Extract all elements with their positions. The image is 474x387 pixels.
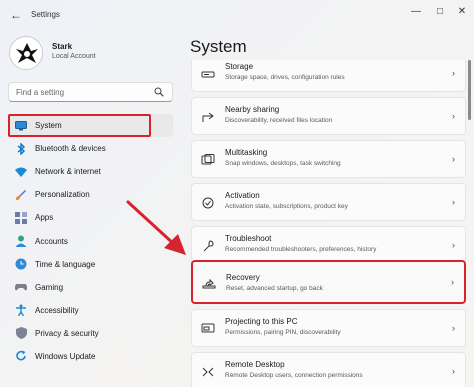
shield-icon [15, 327, 27, 340]
search-icon [154, 87, 164, 97]
chevron-right-icon: › [452, 366, 455, 376]
settings-row-multitasking[interactable]: Multitasking Snap windows, desktops, tas… [191, 140, 466, 178]
chevron-right-icon: › [452, 111, 455, 121]
search-placeholder: Find a setting [16, 87, 65, 97]
row-description: Recommended troubleshooters, preferences… [225, 246, 377, 253]
row-description: Snap windows, desktops, task switching [225, 160, 341, 167]
row-description: Permissions, pairing PIN, discoverabilit… [225, 329, 341, 336]
sidebar-item-accessibility[interactable]: Accessibility [8, 299, 173, 322]
row-description: Activation state, subscriptions, product… [225, 203, 348, 210]
row-title: Troubleshoot [225, 234, 272, 243]
minimize-button[interactable]: — [406, 4, 426, 18]
sidebar-item-label: Personalization [35, 190, 90, 200]
search-input[interactable]: Find a setting [8, 82, 173, 102]
account-type: Local Account [52, 53, 96, 60]
settings-row-remote-desktop[interactable]: Remote Desktop Remote Desktop users, con… [191, 352, 466, 387]
chevron-right-icon: › [452, 68, 455, 78]
row-title: Projecting to this PC [225, 317, 298, 326]
settings-row-activation[interactable]: Activation Activation state, subscriptio… [191, 183, 466, 221]
globe-clock-icon [15, 258, 27, 270]
account-name: Stark [52, 42, 73, 51]
sidebar-item-label: Accounts [35, 236, 68, 246]
settings-row-storage[interactable]: Storage Storage space, drives, configura… [191, 60, 466, 92]
sidebar-item-label: Windows Update [35, 351, 96, 361]
app-title: Settings [31, 10, 60, 19]
chevron-right-icon: › [451, 277, 454, 287]
apps-icon [15, 211, 27, 224]
settings-row-recovery[interactable]: Recovery Reset, advanced startup, go bac… [191, 260, 466, 304]
sidebar-item-bluetooth[interactable]: Bluetooth & devices [8, 137, 173, 160]
scrollbar-thumb[interactable] [468, 60, 471, 120]
sidebar-item-label: Apps [35, 213, 54, 223]
gamepad-icon [15, 281, 27, 293]
sidebar-item-windows-update[interactable]: Windows Update [8, 345, 173, 368]
sidebar-item-label: Privacy & security [35, 328, 99, 338]
sidebar-item-network[interactable]: Network & internet [8, 160, 173, 183]
sidebar-item-apps[interactable]: Apps [8, 206, 173, 229]
row-description: Storage space, drives, configuration rul… [225, 74, 345, 81]
chevron-right-icon: › [452, 323, 455, 333]
chevron-right-icon: › [452, 154, 455, 164]
remote-desktop-icon [202, 367, 214, 377]
settings-list: Storage Storage space, drives, configura… [191, 60, 466, 387]
close-button[interactable]: ✕ [452, 4, 472, 18]
sidebar-item-label: Network & internet [35, 167, 101, 177]
settings-window: ← Settings — □ ✕ Stark Local Account Fin… [0, 0, 474, 387]
multitask-icon [201, 154, 215, 165]
sidebar-item-label: Accessibility [35, 305, 79, 315]
accessibility-icon [15, 304, 27, 317]
sidebar-item-system[interactable]: System [8, 114, 173, 138]
brush-icon [15, 189, 27, 201]
wifi-icon [15, 166, 27, 178]
sidebar-item-accounts[interactable]: Accounts [8, 229, 173, 252]
row-title: Storage [225, 62, 254, 71]
sidebar-item-gaming[interactable]: Gaming [8, 276, 173, 299]
row-description: Remote Desktop users, connection permiss… [225, 372, 363, 379]
storage-icon [201, 71, 215, 78]
person-icon [15, 235, 27, 248]
row-description: Discoverability, received files location [225, 117, 333, 124]
project-icon [201, 323, 215, 333]
sidebar-nav: System Bluetooth & devices Network & int… [8, 114, 173, 368]
row-title: Recovery [226, 273, 260, 282]
sidebar-item-personalization[interactable]: Personalization [8, 183, 173, 206]
sidebar-item-privacy[interactable]: Privacy & security [8, 322, 173, 345]
page-title: System [190, 37, 247, 56]
wrench-icon [203, 240, 214, 252]
title-bar: ← Settings — □ ✕ [0, 0, 474, 30]
recovery-icon [202, 278, 216, 289]
row-title: Nearby sharing [225, 105, 280, 114]
sidebar-item-label: Bluetooth & devices [35, 144, 106, 154]
bluetooth-icon [15, 142, 27, 155]
settings-row-nearby-sharing[interactable]: Nearby sharing Discoverability, received… [191, 97, 466, 135]
back-arrow-icon: ← [10, 8, 22, 22]
row-title: Multitasking [225, 148, 268, 157]
row-description: Reset, advanced startup, go back [226, 285, 323, 292]
sidebar-item-label: Time & language [35, 259, 96, 269]
avatar[interactable] [9, 36, 43, 70]
selection-annotation-box [8, 114, 151, 137]
settings-row-troubleshoot[interactable]: Troubleshoot Recommended troubleshooters… [191, 226, 466, 264]
row-title: Remote Desktop [225, 360, 285, 369]
check-circle-icon [202, 197, 214, 209]
share-icon [202, 112, 214, 122]
avatar-logo-icon [11, 38, 42, 69]
row-title: Activation [225, 191, 260, 200]
sidebar-item-time-language[interactable]: Time & language [8, 253, 173, 276]
sidebar-item-label: Gaming [35, 282, 64, 292]
chevron-right-icon: › [452, 197, 455, 207]
maximize-button[interactable]: □ [430, 4, 450, 18]
settings-row-projecting[interactable]: Projecting to this PC Permissions, pairi… [191, 309, 466, 347]
back-button[interactable]: ← [8, 7, 24, 23]
update-icon [15, 350, 27, 362]
chevron-right-icon: › [452, 240, 455, 250]
